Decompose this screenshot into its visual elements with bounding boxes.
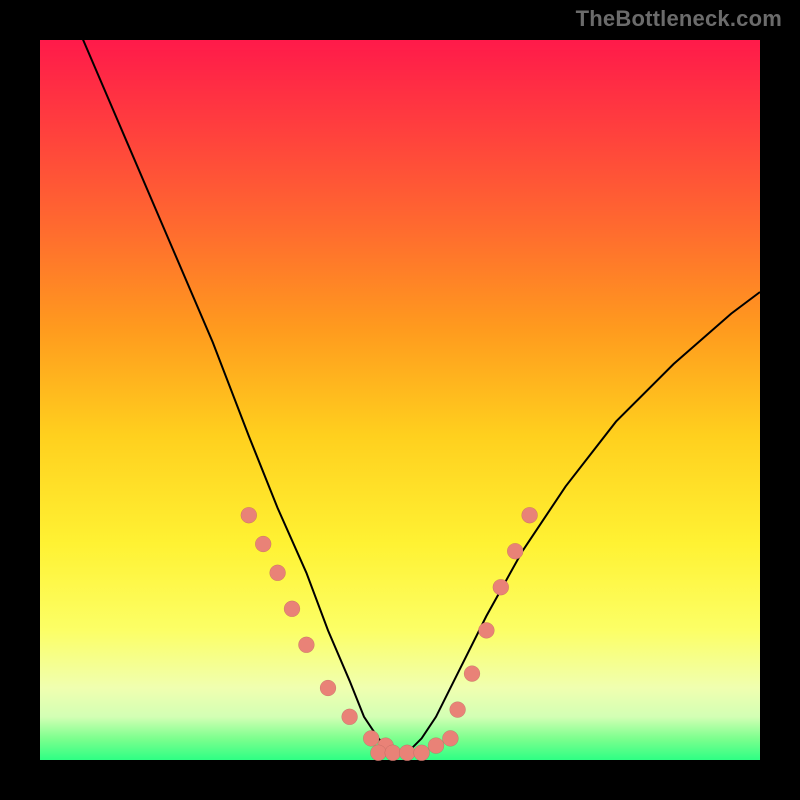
bottleneck-curve xyxy=(40,0,760,753)
marker-group-left xyxy=(241,507,394,753)
marker-dot xyxy=(414,745,430,761)
marker-group-right xyxy=(450,507,538,717)
plot-area xyxy=(40,40,760,760)
marker-dot xyxy=(320,680,336,696)
marker-dot xyxy=(298,637,314,653)
marker-dot xyxy=(464,666,480,682)
marker-dot xyxy=(450,702,466,718)
marker-dot xyxy=(284,601,300,617)
marker-dot xyxy=(385,745,401,761)
marker-dot xyxy=(478,622,494,638)
marker-dot xyxy=(342,709,358,725)
marker-dot xyxy=(363,730,379,746)
marker-dot xyxy=(370,745,386,761)
marker-dot xyxy=(428,738,444,754)
marker-dot xyxy=(399,745,415,761)
watermark: TheBottleneck.com xyxy=(576,6,782,32)
marker-dot xyxy=(241,507,257,523)
marker-dot xyxy=(507,543,523,559)
marker-dot xyxy=(270,565,286,581)
chart-svg xyxy=(40,40,760,760)
marker-dot xyxy=(442,730,458,746)
marker-dot xyxy=(255,536,271,552)
marker-dot xyxy=(493,579,509,595)
chart-wrap: TheBottleneck.com xyxy=(0,0,800,800)
marker-dot xyxy=(522,507,538,523)
